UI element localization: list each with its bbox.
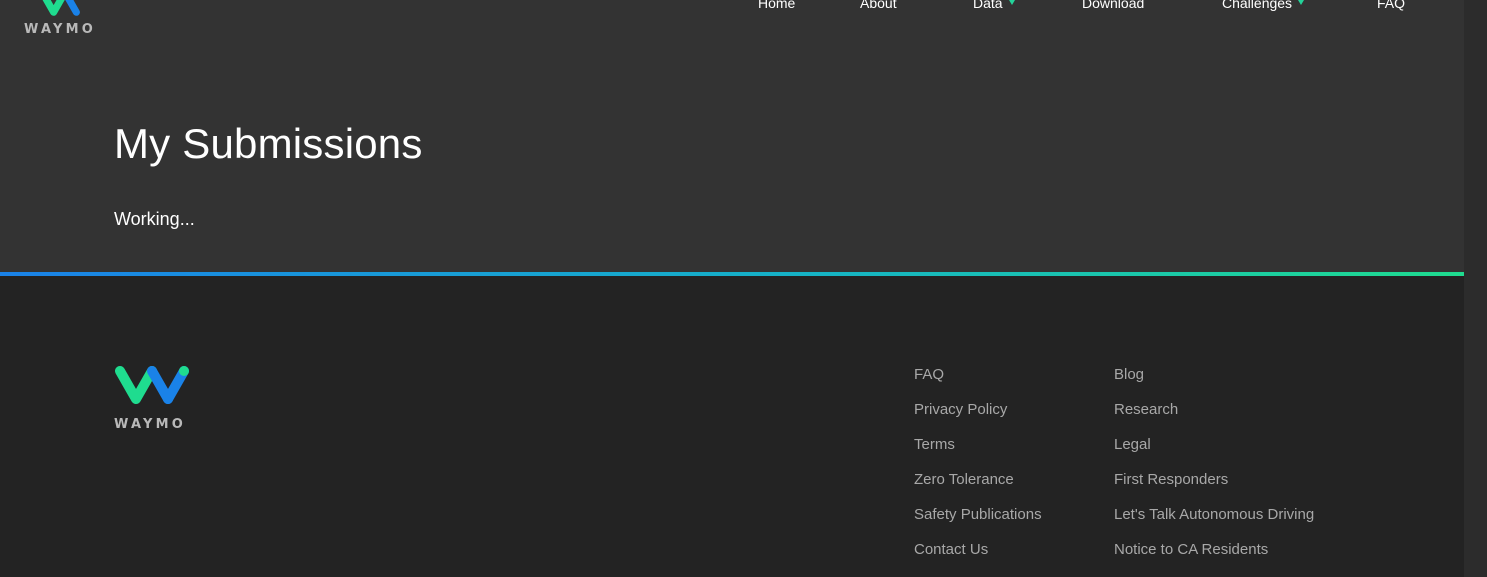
nav-challenges[interactable]: Challenges — [1222, 0, 1305, 13]
header-waymo-logo[interactable]: WAYMO — [24, 0, 106, 38]
logo-wordmark: WAYMO — [114, 417, 186, 432]
footer-link-lets-talk[interactable]: Let's Talk Autonomous Driving — [1114, 505, 1314, 540]
chevron-down-icon — [1298, 0, 1305, 5]
chevron-down-icon — [1008, 0, 1015, 5]
nav-challenges-label: Challenges — [1222, 0, 1293, 11]
nav-download[interactable]: Download — [1082, 0, 1144, 13]
footer-link-faq[interactable]: FAQ — [914, 365, 1042, 400]
footer-link-blog[interactable]: Blog — [1114, 365, 1314, 400]
nav-about[interactable]: About — [860, 0, 897, 13]
page: WAYMO Home About Data Download Challenge… — [0, 0, 1464, 577]
nav-data[interactable]: Data — [973, 0, 1015, 13]
footer-waymo-logo[interactable]: WAYMO — [114, 365, 194, 435]
footer-link-zero-tolerance[interactable]: Zero Tolerance — [914, 470, 1042, 505]
footer-link-ca-residents[interactable]: Notice to CA Residents — [1114, 540, 1314, 575]
waymo-logo-icon — [42, 0, 80, 16]
loading-status: Working... — [114, 209, 195, 229]
page-title: My Submissions — [114, 120, 423, 167]
site-footer: WAYMO FAQ Privacy Policy Terms Zero Tole… — [0, 276, 1464, 577]
nav-data-label: Data — [973, 0, 1003, 11]
nav-home[interactable]: Home — [758, 0, 795, 13]
scrollbar[interactable] — [1464, 0, 1487, 577]
waymo-logo-icon — [115, 366, 189, 404]
logo-wordmark: WAYMO — [24, 22, 96, 37]
footer-link-safety-publications[interactable]: Safety Publications — [914, 505, 1042, 540]
footer-link-contact-us[interactable]: Contact Us — [914, 540, 1042, 575]
footer-link-terms[interactable]: Terms — [914, 435, 1042, 470]
footer-links-col-1: FAQ Privacy Policy Terms Zero Tolerance … — [914, 365, 1042, 575]
footer-link-first-responders[interactable]: First Responders — [1114, 470, 1314, 505]
nav-faq[interactable]: FAQ — [1377, 0, 1405, 13]
footer-link-research[interactable]: Research — [1114, 400, 1314, 435]
footer-link-legal[interactable]: Legal — [1114, 435, 1314, 470]
site-header: WAYMO Home About Data Download Challenge… — [0, 0, 1464, 272]
footer-link-privacy-policy[interactable]: Privacy Policy — [914, 400, 1042, 435]
footer-links-col-2: Blog Research Legal First Responders Let… — [1114, 365, 1314, 575]
